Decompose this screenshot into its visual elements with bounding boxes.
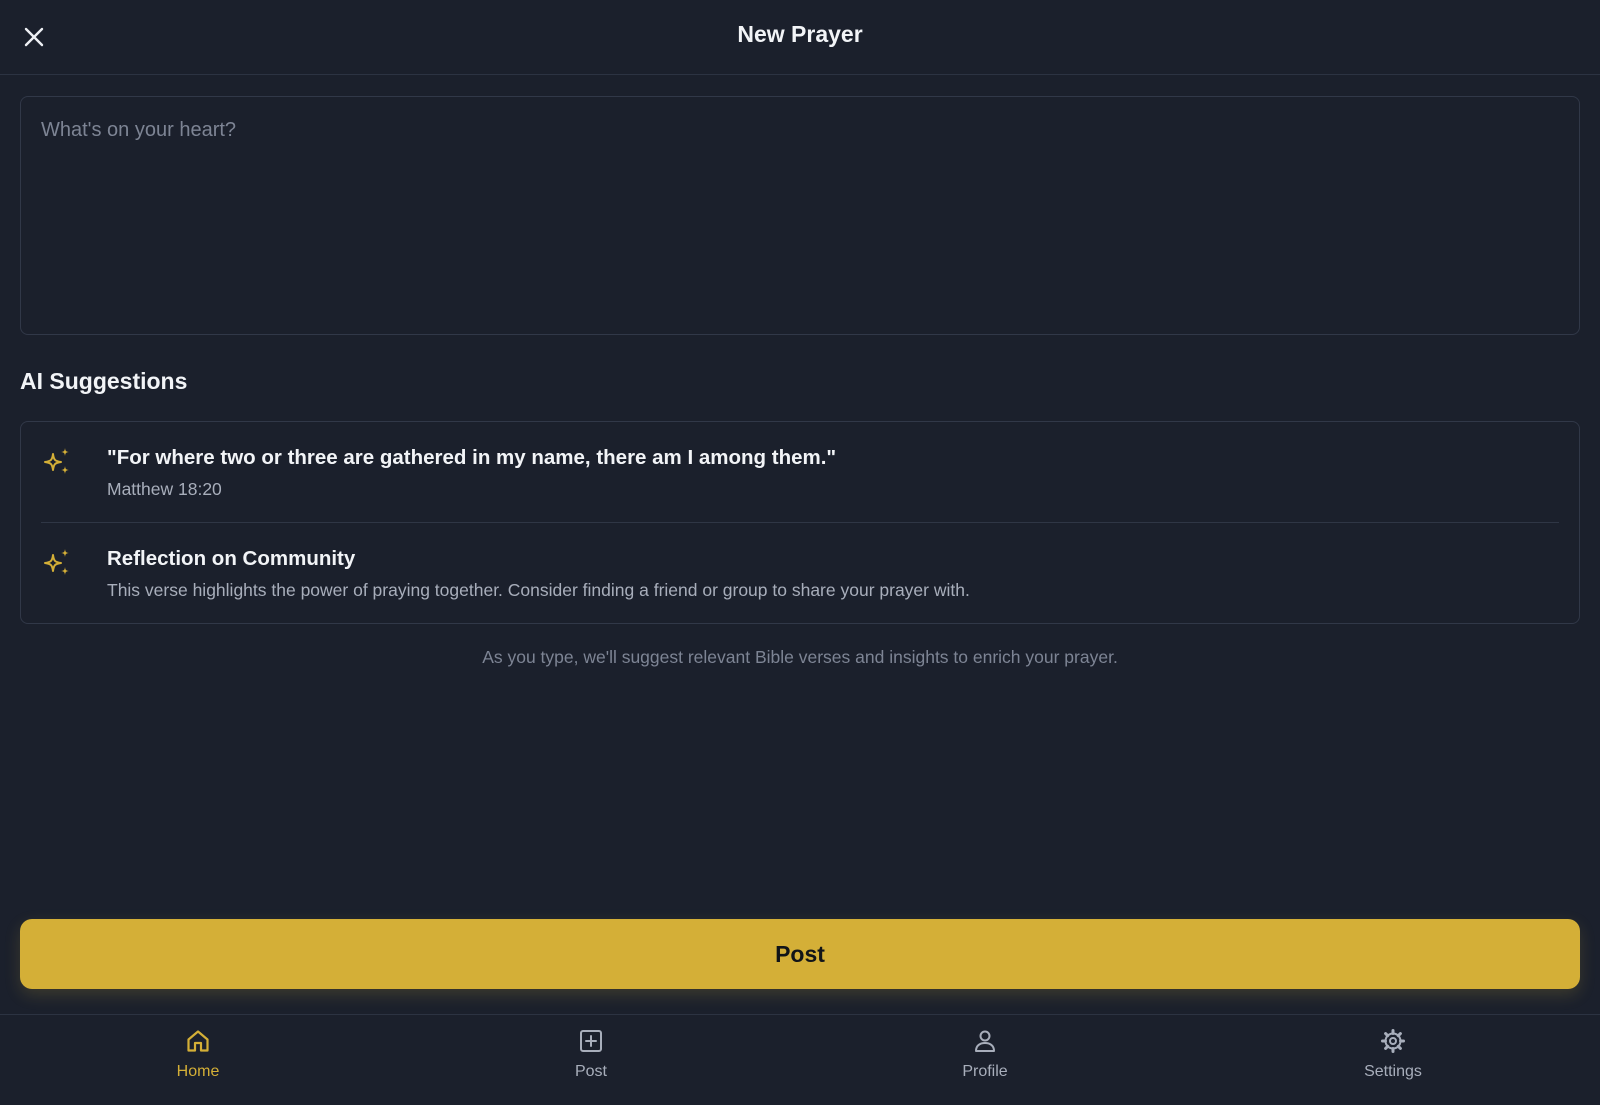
tab-label: Profile [962, 1063, 1008, 1080]
prayer-text-input[interactable] [20, 96, 1580, 335]
tab-profile[interactable]: Profile [915, 1027, 1055, 1081]
ai-suggestions-heading: AI Suggestions [20, 368, 188, 394]
bottom-tab-bar: Home Post Profile Settings [0, 1014, 1600, 1105]
tab-label: Home [176, 1063, 220, 1080]
home-icon [187, 1030, 209, 1052]
ai-suggestions-card: "For where two or three are gathered in … [20, 421, 1580, 624]
user-icon [975, 1030, 995, 1052]
plus-square-icon [580, 1030, 602, 1052]
tab-home[interactable]: Home [128, 1027, 268, 1081]
tab-post[interactable]: Post [521, 1027, 661, 1081]
tab-label: Settings [1364, 1063, 1422, 1080]
suggestion-title: Reflection on Community [107, 547, 356, 570]
tab-settings[interactable]: Settings [1323, 1027, 1463, 1081]
tab-label: Post [574, 1063, 607, 1080]
suggestion-title: "For where two or three are gathered in … [107, 446, 837, 469]
gear-icon [1381, 1029, 1405, 1053]
suggestion-verse[interactable]: "For where two or three are gathered in … [41, 422, 1559, 522]
page-title: New Prayer [737, 21, 863, 47]
sparkle-icon [44, 549, 69, 575]
suggestions-hint: As you type, we'll suggest relevant Bibl… [482, 647, 1118, 667]
sparkle-icon [44, 448, 69, 474]
suggestion-reference: Matthew 18:20 [107, 479, 222, 499]
suggestion-description: This verse highlights the power of prayi… [107, 580, 970, 600]
suggestion-reflection[interactable]: Reflection on Community This verse highl… [41, 523, 1559, 623]
post-button[interactable]: Post [20, 919, 1580, 989]
top-bar: New Prayer [0, 0, 1600, 75]
